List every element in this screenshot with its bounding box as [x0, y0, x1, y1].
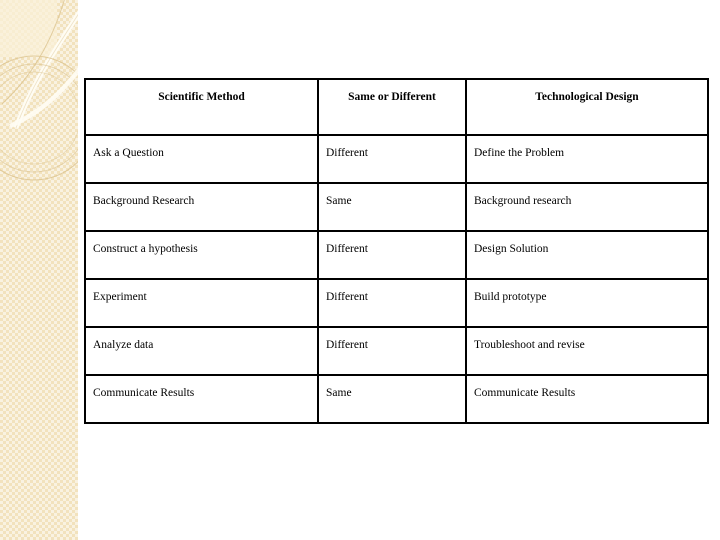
- table-row: Analyze data Different Troubleshoot and …: [84, 326, 709, 376]
- cell-scientific-method: Construct a hypothesis: [84, 230, 319, 280]
- column-header-label: Technological Design: [535, 91, 639, 103]
- cell-technological-design: Build prototype: [465, 278, 709, 328]
- cell-text: Different: [326, 147, 368, 159]
- cell-scientific-method: Communicate Results: [84, 374, 319, 424]
- cell-scientific-method: Background Research: [84, 182, 319, 232]
- cell-text: Communicate Results: [93, 387, 195, 399]
- table-row: Ask a Question Different Define the Prob…: [84, 134, 709, 184]
- comparison-table: Scientific Method Same or Different Tech…: [84, 78, 709, 424]
- column-header-label: Scientific Method: [158, 91, 245, 103]
- sidebar-light-square: [0, 0, 57, 57]
- cell-text: Ask a Question: [93, 147, 164, 159]
- cell-same-or-different: Different: [317, 230, 467, 280]
- cell-text: Different: [326, 291, 368, 303]
- cell-text: Experiment: [93, 291, 147, 303]
- column-header-label: Same or Different: [348, 91, 436, 103]
- cell-text: Same: [326, 387, 352, 399]
- cell-text: Define the Problem: [474, 147, 565, 159]
- cell-scientific-method: Analyze data: [84, 326, 319, 376]
- cell-text: Background Research: [93, 195, 195, 207]
- cell-text: Design Solution: [474, 243, 549, 255]
- cell-technological-design: Define the Problem: [465, 134, 709, 184]
- cell-text: Same: [326, 195, 352, 207]
- cell-same-or-different: Different: [317, 134, 467, 184]
- sidebar-decoration-svg: [0, 0, 78, 181]
- decorative-sidebar-band: [0, 0, 78, 540]
- cell-text: Different: [326, 339, 368, 351]
- cell-text: Background research: [474, 195, 572, 207]
- cell-text: Different: [326, 243, 368, 255]
- column-header-technological-design: Technological Design: [465, 78, 709, 136]
- cell-text: Troubleshoot and revise: [474, 339, 585, 351]
- cell-text: Construct a hypothesis: [93, 243, 198, 255]
- cell-same-or-different: Different: [317, 278, 467, 328]
- cell-text: Analyze data: [93, 339, 154, 351]
- table-row: Experiment Different Build prototype: [84, 278, 709, 328]
- cell-text: Communicate Results: [474, 387, 576, 399]
- cell-technological-design: Communicate Results: [465, 374, 709, 424]
- table-row: Communicate Results Same Communicate Res…: [84, 374, 709, 424]
- table-header-row: Scientific Method Same or Different Tech…: [84, 78, 709, 136]
- column-header-same-or-different: Same or Different: [317, 78, 467, 136]
- cell-scientific-method: Ask a Question: [84, 134, 319, 184]
- cell-text: Build prototype: [474, 291, 547, 303]
- cell-same-or-different: Different: [317, 326, 467, 376]
- table-row: Background Research Same Background rese…: [84, 182, 709, 232]
- table-body: Ask a Question Different Define the Prob…: [84, 134, 709, 424]
- column-header-scientific-method: Scientific Method: [84, 78, 319, 136]
- cell-scientific-method: Experiment: [84, 278, 319, 328]
- table-header: Scientific Method Same or Different Tech…: [84, 78, 709, 136]
- table-row: Construct a hypothesis Different Design …: [84, 230, 709, 280]
- cell-technological-design: Background research: [465, 182, 709, 232]
- cell-technological-design: Troubleshoot and revise: [465, 326, 709, 376]
- cell-same-or-different: Same: [317, 182, 467, 232]
- cell-technological-design: Design Solution: [465, 230, 709, 280]
- cell-same-or-different: Same: [317, 374, 467, 424]
